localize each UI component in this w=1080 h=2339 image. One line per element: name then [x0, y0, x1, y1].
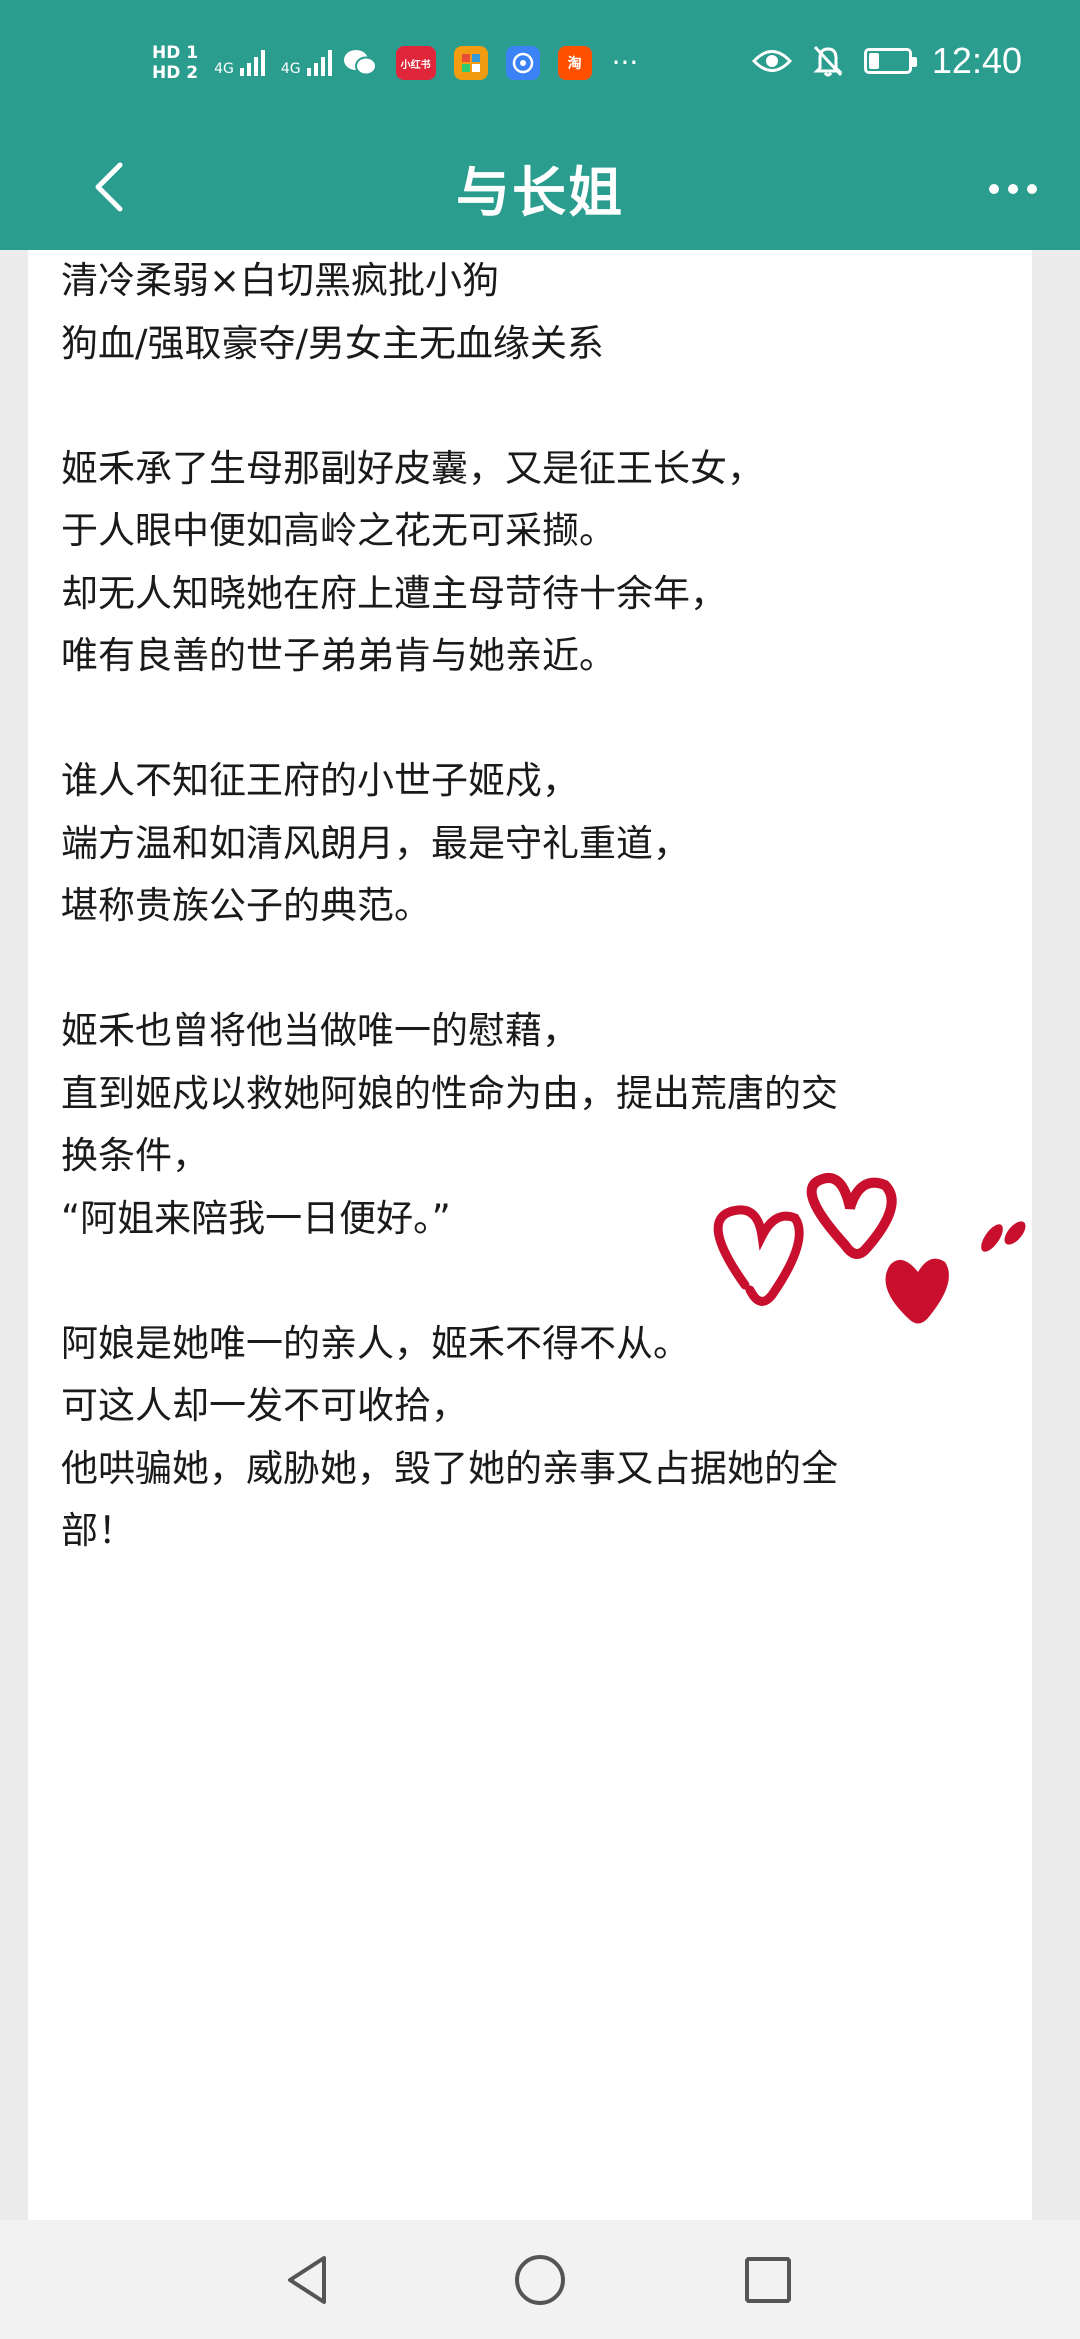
network2-label: 4G — [280, 61, 301, 77]
text-line: 部！ — [61, 1509, 135, 1552]
status-left: HD 1 HD 2 4G 4G 小红书 淘 ··· — [152, 28, 638, 98]
status-bar: HD 1 HD 2 4G 4G 小红书 淘 ··· 12:40 — [0, 0, 1080, 125]
text-line: 狗血/强取豪夺/男女主无血缘关系 — [61, 321, 604, 365]
more-dots-icon — [989, 184, 1037, 194]
signal-icon: 4G — [281, 50, 332, 76]
nav-back-button[interactable] — [272, 2245, 342, 2315]
app-icon — [453, 46, 488, 80]
xiaohongshu-icon: 小红书 — [395, 46, 436, 80]
text-line: 他哄骗她，威胁她，毁了她的亲事又占据她的全 — [61, 1446, 838, 1490]
text-line: 端方温和如清风朗月，最是守礼重道， — [61, 821, 690, 865]
taobao-icon: 淘 — [557, 46, 592, 80]
text-line: 于人眼中便如高岭之花无可采撷。 — [61, 509, 616, 552]
browser-icon — [505, 46, 540, 80]
heart-icon — [981, 1221, 1026, 1252]
more-options-button[interactable] — [978, 159, 1048, 219]
heart-icon — [713, 1205, 804, 1306]
battery-icon — [863, 48, 917, 74]
text-line: 姬禾也曾将他当做唯一的慰藉， — [61, 1009, 579, 1052]
text-line: 堪称贵族公子的典范。 — [61, 884, 431, 927]
status-right: 12:40 — [751, 30, 1022, 92]
text-line: 姬禾承了生母那副好皮囊，又是征王长女， — [61, 446, 764, 490]
more-notifications: ··· — [611, 46, 639, 79]
heart-icon — [885, 1258, 949, 1324]
battery-fill — [868, 53, 880, 69]
text-line: 清冷柔弱×白切黑疯批小狗 — [61, 259, 500, 302]
text-line: 唯有良善的世子弟弟肯与她亲近。 — [61, 634, 616, 677]
text-line: 谁人不知征王府的小世子姬戍， — [61, 759, 579, 802]
back-triangle-icon — [288, 2256, 326, 2304]
clock: 12:40 — [931, 40, 1022, 81]
hearts-decoration — [713, 1173, 1026, 1324]
page-title: 与长姐 — [456, 161, 624, 224]
app-header: 与长姐 — [0, 125, 1080, 250]
eye-icon — [751, 50, 792, 72]
sim2-label: HD 2 — [152, 63, 199, 83]
heart-icon — [806, 1173, 897, 1259]
network1-label: 4G — [214, 61, 234, 77]
text-line: 直到姬戍以救她阿娘的性命为由，提出荒唐的交 — [61, 1071, 838, 1115]
sim1-label: HD 1 — [152, 43, 199, 63]
wechat-icon — [343, 50, 377, 76]
recents-square-icon — [745, 2257, 791, 2303]
mute-bell-icon — [813, 45, 843, 77]
nav-recents-button[interactable] — [733, 2245, 803, 2315]
signal-icon: 4G — [214, 50, 265, 76]
text-line: 却无人知晓她在府上遭主母苛待十余年， — [61, 571, 727, 615]
nav-home-button[interactable] — [505, 2245, 575, 2315]
sim-indicators: HD 1 HD 2 — [152, 43, 198, 83]
home-circle-icon — [515, 2255, 565, 2305]
